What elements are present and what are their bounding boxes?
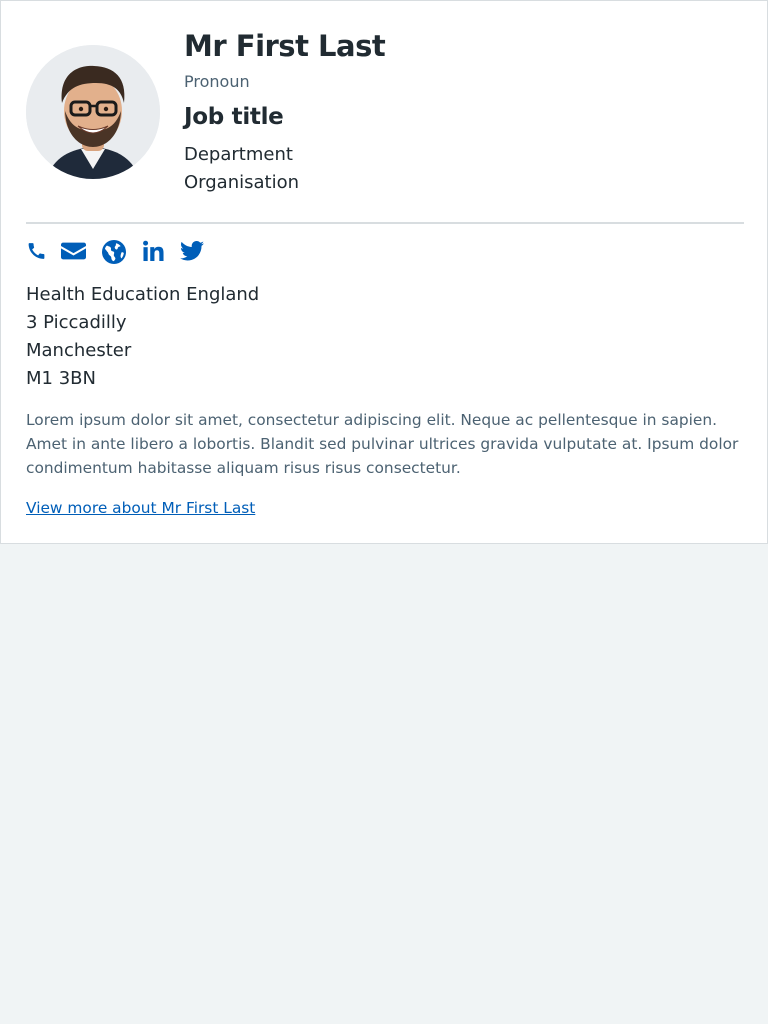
organisation: Organisation (184, 172, 300, 193)
avatar (26, 45, 160, 179)
address-line-2: 3 Piccadilly (26, 312, 127, 333)
profile-photo (26, 45, 160, 179)
bio-text: Lorem ipsum dolor sit amet, consectetur … (26, 411, 739, 477)
profile-name: Mr First Last (184, 29, 386, 63)
phone-icon[interactable] (26, 240, 47, 262)
globe-icon[interactable] (102, 240, 126, 264)
email-icon[interactable] (61, 240, 86, 262)
twitter-icon[interactable] (180, 240, 204, 262)
profile-card: Mr First Last Pronoun Job title Departme… (0, 0, 768, 544)
address-line-1: Health Education England (26, 284, 260, 305)
address-postcode: M1 3BN (26, 368, 96, 389)
profile-pronoun: Pronoun (184, 72, 250, 91)
view-more-link[interactable]: View more about Mr First Last (26, 497, 255, 519)
address: Health Education England 3 Piccadilly Ma… (26, 281, 259, 393)
linkedin-icon[interactable] (143, 240, 164, 262)
address-line-3: Manchester (26, 340, 132, 361)
divider (26, 222, 744, 224)
job-title: Job title (184, 104, 284, 130)
department: Department (184, 144, 293, 165)
